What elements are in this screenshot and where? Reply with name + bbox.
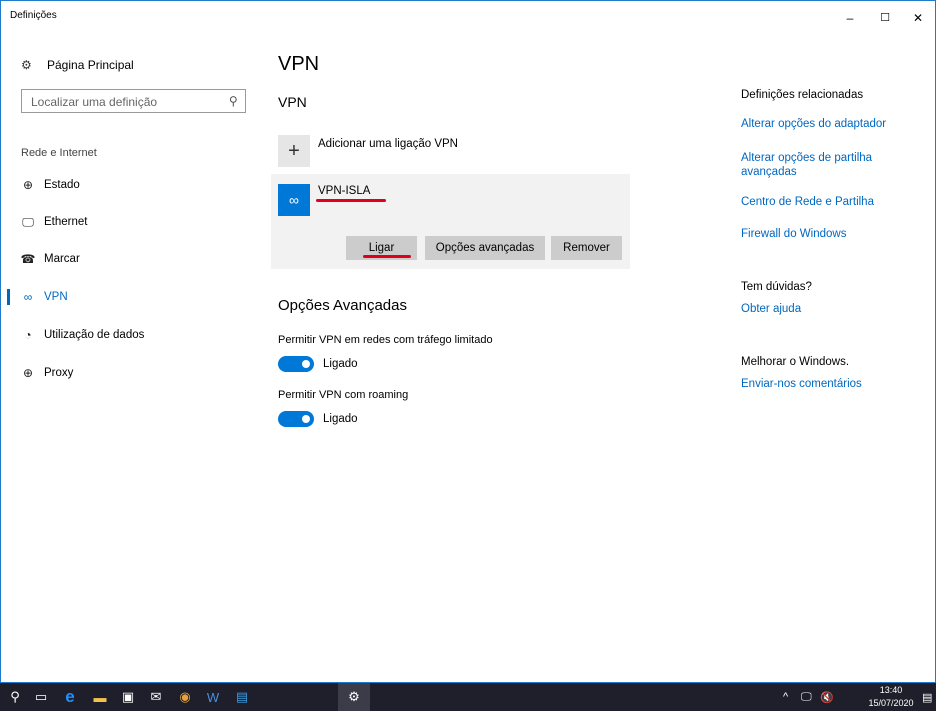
show-hidden-icons[interactable]: ^ <box>783 683 788 711</box>
search-placeholder: Localizar uma definição <box>31 95 158 109</box>
annotation-underline <box>363 255 411 258</box>
data-usage-icon: ◔ <box>24 328 32 342</box>
toggle-knob <box>302 360 310 368</box>
advanced-options-title: Opções Avançadas <box>278 297 407 314</box>
sidebar-item-estado[interactable]: ⊕ Estado <box>1 168 261 202</box>
sidebar-item-label: Marcar <box>44 253 80 265</box>
file-explorer-icon[interactable]: ▬ <box>85 683 115 711</box>
metered-toggle[interactable] <box>278 356 314 372</box>
vpn-icon: ∞ <box>278 184 310 216</box>
edge-icon[interactable]: e <box>55 683 85 711</box>
sidebar-item-ethernet[interactable]: 🖵 Ethernet <box>1 205 261 239</box>
vpn-connection-name: VPN-ISLA <box>318 185 371 197</box>
metered-toggle-row[interactable]: Ligado <box>278 356 358 372</box>
sidebar-item-vpn[interactable]: ∞ VPN <box>1 280 261 314</box>
toggle-state-label: Ligado <box>323 413 358 425</box>
help-heading: Tem dúvidas? <box>741 281 812 293</box>
sidebar-section-label: Rede e Internet <box>21 147 97 159</box>
related-settings-heading: Definições relacionadas <box>741 89 864 101</box>
store-icon[interactable]: ▣ <box>113 683 143 711</box>
firewall-link[interactable]: Firewall do Windows <box>741 228 846 240</box>
roaming-toggle[interactable] <box>278 411 314 427</box>
sidebar-item-proxy[interactable]: ⊕ Proxy <box>1 356 261 390</box>
adapter-options-link[interactable]: Alterar opções do adaptador <box>741 118 886 130</box>
feedback-link[interactable]: Enviar-nos comentários <box>741 378 862 390</box>
roaming-option-label: Permitir VPN com roaming <box>278 389 409 401</box>
search-icon: ⚲ <box>229 94 238 108</box>
dialup-icon: ☎ <box>20 252 36 266</box>
clock-date: 15/07/2020 <box>868 698 914 708</box>
clock[interactable]: 13:40 15/07/2020 <box>865 684 917 710</box>
plus-icon: + <box>278 135 310 167</box>
add-vpn-label: Adicionar uma ligação VPN <box>318 138 458 150</box>
window-title: Definições <box>10 10 57 21</box>
clock-time: 13:40 <box>879 685 903 695</box>
vpn-connection-card[interactable]: ∞ VPN-ISLA Ligar Opções avançadas Remove… <box>271 174 630 269</box>
get-help-link[interactable]: Obter ajuda <box>741 303 801 315</box>
home-link[interactable]: ⚙ Página Principal <box>21 58 134 72</box>
add-vpn-button[interactable]: + Adicionar uma ligação VPN <box>278 135 458 167</box>
active-indicator <box>7 289 10 305</box>
settings-icon[interactable]: ⚙ <box>338 683 370 711</box>
sidebar-item-label: Proxy <box>44 367 74 379</box>
remove-button[interactable]: Remover <box>551 236 622 260</box>
chrome-icon[interactable]: ◉ <box>170 683 200 711</box>
title-bar: Definições – ☐ ✕ <box>1 1 935 31</box>
toggle-state-label: Ligado <box>323 358 358 370</box>
globe-icon: ⊕ <box>22 366 34 380</box>
task-view-icon[interactable]: ▭ <box>26 683 56 711</box>
sidebar-item-marcar[interactable]: ☎ Marcar <box>1 242 261 276</box>
minimize-button[interactable]: – <box>832 7 868 29</box>
ethernet-icon: 🖵 <box>22 214 34 229</box>
settings-window: Definições – ☐ ✕ ⚙ Página Principal Loca… <box>0 0 936 683</box>
advanced-options-button[interactable]: Opções avançadas <box>425 236 545 260</box>
gear-icon: ⚙ <box>21 58 32 72</box>
volume-muted-icon[interactable]: 🔇 <box>820 683 834 711</box>
sharing-options-link[interactable]: Alterar opções de partilha avançadas <box>741 151 911 179</box>
mail-icon[interactable]: ✉ <box>141 683 171 711</box>
home-label: Página Principal <box>47 58 134 72</box>
vpn-icon: ∞ <box>23 290 33 304</box>
taskbar: ⚲ ▭ e ▬ ▣ ✉ ◉ W ▤ ⚙ ^ 🖵 🔇 13:40 15/07/20… <box>0 683 936 711</box>
notifications-icon[interactable]: ▤ <box>922 683 932 711</box>
toggle-knob <box>302 415 310 423</box>
section-title: VPN <box>278 94 307 110</box>
sidebar-item-label: Ethernet <box>44 216 88 228</box>
metered-option-label: Permitir VPN em redes com tráfego limita… <box>278 334 493 346</box>
word-icon[interactable]: W <box>198 683 228 711</box>
sidebar-item-label: VPN <box>44 291 68 303</box>
globe-status-icon: ⊕ <box>22 178 34 192</box>
page-title: VPN <box>278 53 320 75</box>
improve-heading: Melhorar o Windows. <box>741 356 850 368</box>
sidebar-item-label: Utilização de dados <box>44 329 145 341</box>
search-input[interactable]: Localizar uma definição ⚲ <box>21 89 246 113</box>
close-button[interactable]: ✕ <box>900 7 936 29</box>
roaming-toggle-row[interactable]: Ligado <box>278 411 358 427</box>
sidebar-item-data-usage[interactable]: ◔ Utilização de dados <box>1 318 261 352</box>
maximize-button[interactable]: ☐ <box>867 7 903 29</box>
sidebar-item-label: Estado <box>44 179 80 191</box>
remote-desktop-icon[interactable]: ▤ <box>227 683 257 711</box>
network-center-link[interactable]: Centro de Rede e Partilha <box>741 196 874 208</box>
network-icon[interactable]: 🖵 <box>801 683 812 711</box>
annotation-underline <box>316 199 386 202</box>
